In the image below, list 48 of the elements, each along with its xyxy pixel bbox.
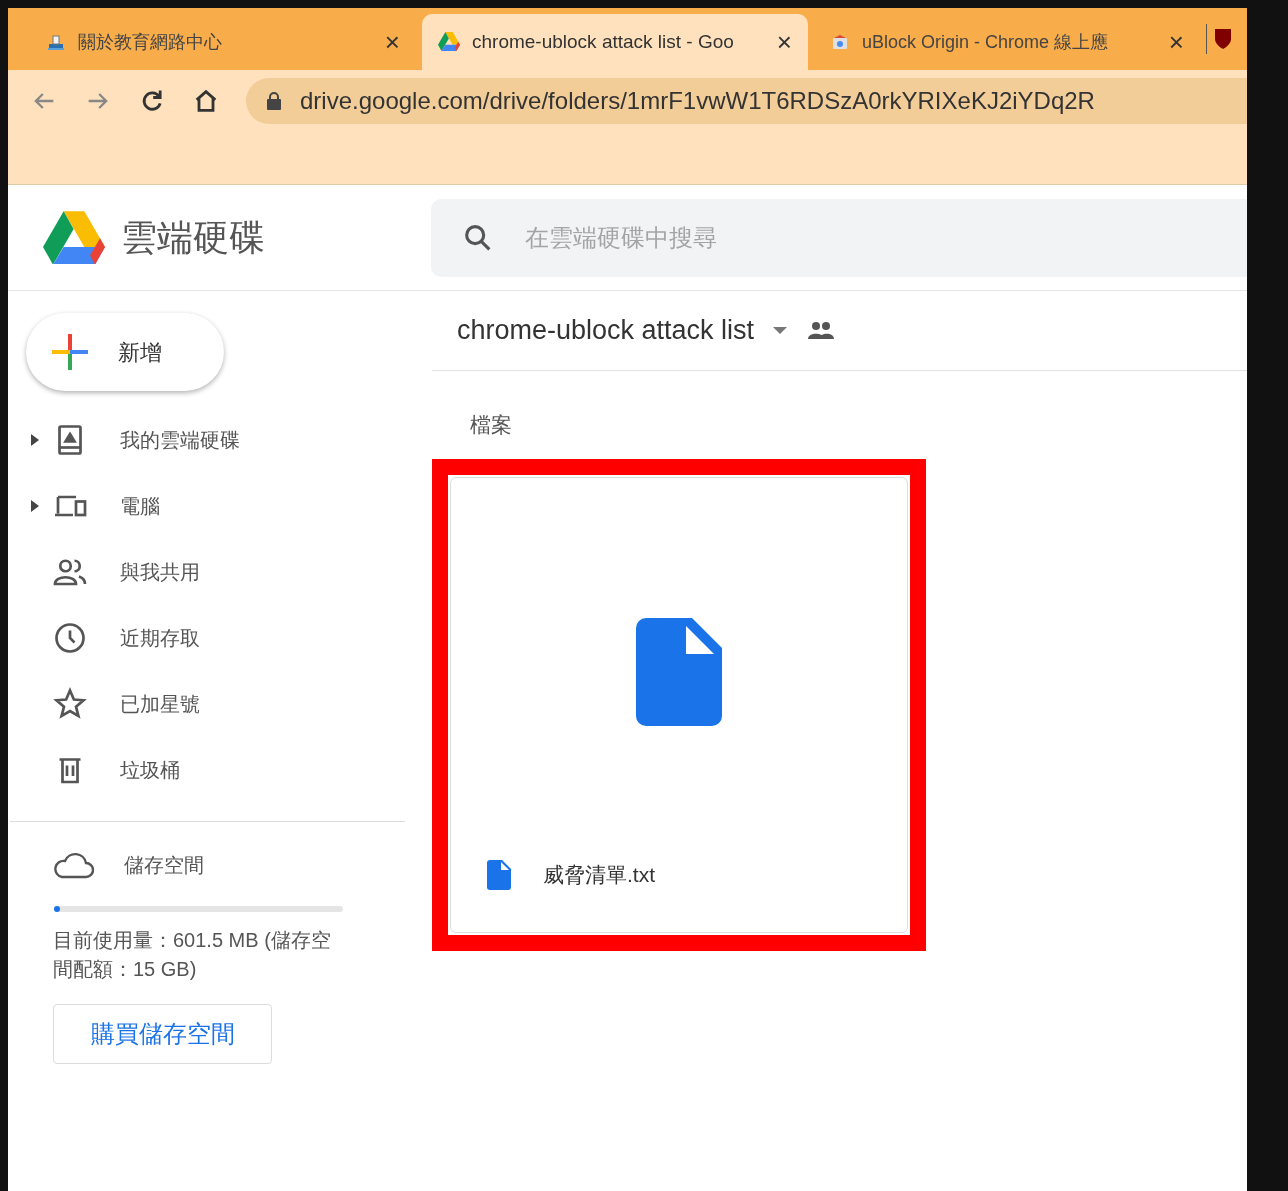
address-bar[interactable]: drive.google.com/drive/folders/1mrF1vwW1T6RDSzA0rkYRIXeKJ2iYDq2R xyxy=(246,78,1247,124)
sidebar-label: 電腦 xyxy=(120,494,160,519)
sidebar-item[interactable]: 我的雲端硬碟 xyxy=(8,407,405,473)
storage-usage: 目前使用量：601.5 MB (儲存空間配額：15 GB) xyxy=(53,928,332,982)
browser-tab[interactable]: uBlock Origin - Chrome 線上應 × xyxy=(814,14,1200,70)
ship-icon xyxy=(46,32,66,52)
close-tab-button[interactable]: × xyxy=(384,29,400,55)
close-tab-button[interactable]: × xyxy=(776,29,792,55)
tab-title: uBlock Origin - Chrome 線上應 xyxy=(862,30,1110,54)
sidebar-item[interactable]: 垃圾桶 xyxy=(8,737,405,803)
drive-logo-icon xyxy=(438,32,460,52)
sidebar-label: 垃圾桶 xyxy=(120,758,180,783)
expand-arrow-icon[interactable] xyxy=(30,433,40,447)
sidebar-item[interactable]: 已加星號 xyxy=(8,671,405,737)
cloud-icon xyxy=(52,850,94,880)
new-button[interactable]: 新增 xyxy=(26,313,224,391)
sidebar-item[interactable]: 近期存取 xyxy=(8,605,405,671)
file-card[interactable]: 威脅清單.txt xyxy=(450,476,908,933)
folder-title[interactable]: chrome-ublock attack list xyxy=(457,310,755,351)
shield-icon xyxy=(1213,27,1233,51)
store-icon xyxy=(830,32,850,52)
app-title: 雲端硬碟 xyxy=(121,215,265,260)
sidebar-item[interactable]: 電腦 xyxy=(8,473,405,539)
expand-arrow-icon[interactable] xyxy=(30,499,40,513)
dropdown-caret-icon[interactable] xyxy=(772,325,789,336)
document-icon xyxy=(487,859,511,890)
file-name: 威脅清單.txt xyxy=(543,861,655,888)
storage-item[interactable]: 儲存空間 xyxy=(8,832,405,898)
buy-storage-button[interactable]: 購買儲存空間 xyxy=(53,1004,272,1064)
lock-icon xyxy=(266,92,282,110)
sidebar-label: 與我共用 xyxy=(120,560,200,585)
sidebar-label: 已加星號 xyxy=(120,692,200,717)
section-label: 檔案 xyxy=(470,412,513,438)
sidebar-label: 近期存取 xyxy=(120,626,200,651)
sidebar-label: 我的雲端硬碟 xyxy=(120,428,240,453)
browser-tab[interactable]: chrome-ublock attack list - Goo × xyxy=(422,14,808,70)
plus-icon xyxy=(50,332,90,372)
close-tab-button[interactable]: × xyxy=(1168,29,1184,55)
tab-title: chrome-ublock attack list - Goo xyxy=(472,29,735,54)
tab-title: 關於教育網路中心 xyxy=(78,30,223,54)
clock-icon xyxy=(52,620,88,656)
sidebar-item[interactable]: 與我共用 xyxy=(8,539,405,605)
browser-tab[interactable]: 關於教育網路中心 × xyxy=(30,14,416,70)
search-field[interactable]: 在雲端硬碟中搜尋 xyxy=(431,198,1247,277)
url-text: drive.google.com/drive/folders/1mrF1vwW1T6RDSzA0rkYRIXeKJ2iYDq2R xyxy=(300,86,1095,116)
drive-logo-icon xyxy=(43,210,105,265)
storage-label: 儲存空間 xyxy=(124,853,204,878)
document-icon xyxy=(636,617,722,726)
